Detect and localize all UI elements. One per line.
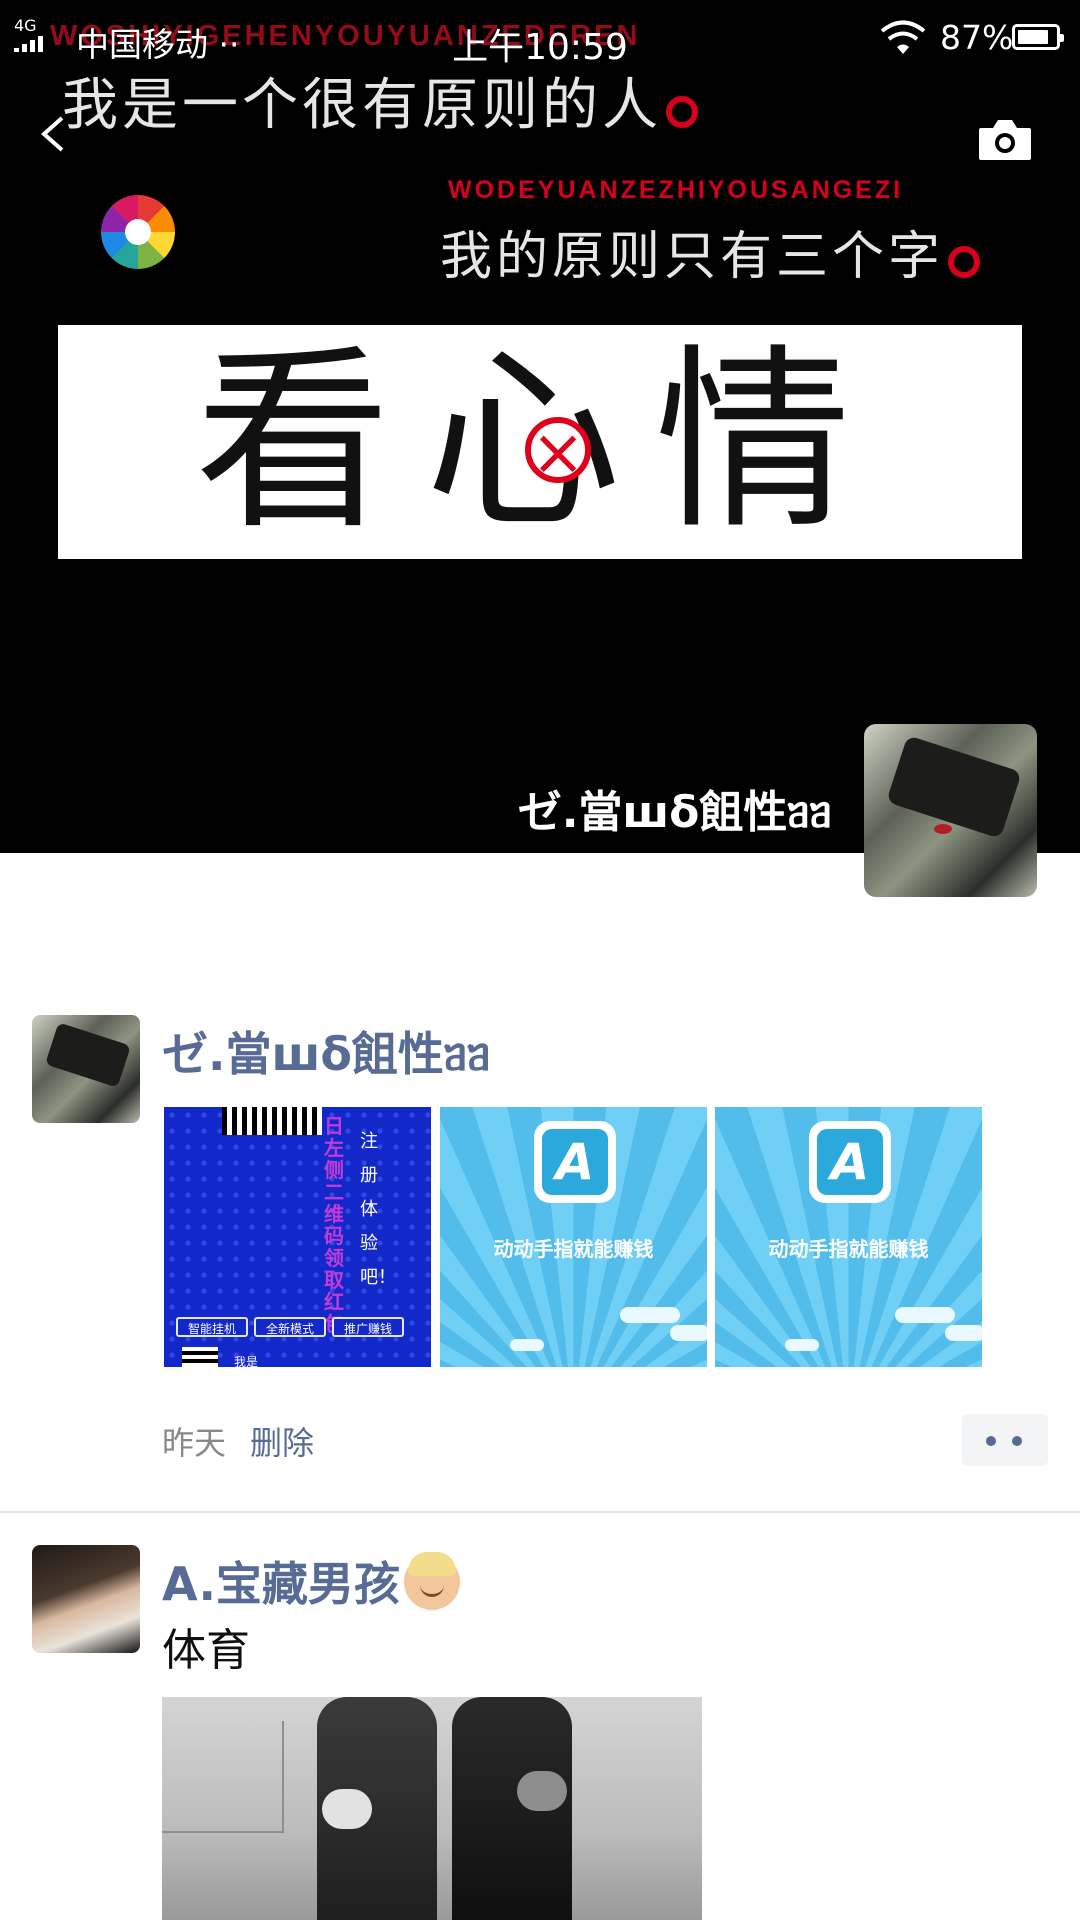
cloud-shape: [620, 1307, 680, 1323]
post-divider: [0, 1511, 1080, 1513]
cover-romanization: WODEYUANZEZHIYOUSANGEZI: [448, 176, 904, 204]
image-vertical-text: 日左侧二维码领取红包: [324, 1114, 344, 1335]
cover-line-1-text: 我是一个很有原则的人: [62, 73, 662, 138]
image-side-text: 注册体验吧！: [360, 1131, 396, 1288]
cloud-shape: [670, 1325, 707, 1341]
cloud-shape: [510, 1339, 544, 1351]
boy-emoji-icon: [403, 1552, 460, 1610]
post-image[interactable]: A 动动手指就能赚钱: [440, 1107, 707, 1367]
red-dot-mark: [666, 96, 698, 128]
cover-line-2-text: 我的原则只有三个字: [440, 227, 945, 287]
qr-code-icon: [182, 1347, 218, 1367]
image-caption: 动动手指就能赚钱: [768, 1237, 929, 1261]
author-avatar[interactable]: [32, 1015, 140, 1123]
avatar-lips: [934, 824, 952, 834]
cover-line-2: 我的原则只有三个字: [440, 214, 981, 289]
image-buttons: 智能挂机 全新模式 推广赚钱: [176, 1317, 426, 1339]
photo-hand: [322, 1789, 372, 1829]
post-text: 体育: [162, 1625, 250, 1676]
cloud-shape: [895, 1307, 955, 1323]
avatar-phone: [45, 1022, 131, 1088]
more-dots-icon[interactable]: [962, 1414, 1048, 1466]
cloud-shape: [785, 1339, 819, 1351]
red-dot-mark: [948, 246, 981, 278]
image-button: 全新模式: [254, 1317, 326, 1337]
delete-link[interactable]: 删除: [250, 1424, 314, 1462]
photo-app-icon: [101, 195, 175, 269]
image-button: 推广赚钱: [332, 1317, 404, 1337]
cover-owner-name[interactable]: ゼ.當шδ飷性ᥑᥑ: [518, 776, 832, 840]
avatar-phone: [886, 735, 1022, 839]
author-name-row[interactable]: A.宝藏男孩: [162, 1548, 460, 1614]
author-avatar[interactable]: [32, 1545, 140, 1653]
back-chevron-icon[interactable]: [36, 116, 72, 152]
post-image[interactable]: 日左侧二维码领取红包 注册体验吧！ 智能挂机全新模式推广赚钱 我是: [164, 1107, 431, 1367]
camera-icon[interactable]: [977, 118, 1033, 162]
author-name: A.宝藏男孩: [162, 1557, 400, 1611]
cloud-shape: [945, 1325, 982, 1341]
status-bar: 4G 中国移动 ·· 上午10:59 87%: [0, 0, 1080, 78]
app-logo-icon: A: [534, 1121, 616, 1203]
red-x-circle-icon: ×: [525, 417, 591, 485]
post-photo[interactable]: [162, 1697, 702, 1920]
app-logo-icon: A: [809, 1121, 891, 1203]
qr-code-icon: [222, 1107, 322, 1135]
post-time: 昨天: [162, 1424, 227, 1462]
image-footer: 我是: [234, 1355, 259, 1367]
image-caption: 动动手指就能赚钱: [493, 1237, 654, 1261]
owner-avatar[interactable]: [864, 724, 1037, 897]
post-meta: 昨天 删除: [162, 1418, 314, 1464]
photo-hand: [517, 1771, 567, 1811]
battery-icon: [1012, 24, 1064, 50]
photo-background: [162, 1721, 284, 1833]
image-button: 智能挂机: [176, 1317, 248, 1337]
cover-banner: 看心情 ×: [58, 325, 1022, 559]
battery-percent: 87%: [940, 18, 1014, 57]
post-image[interactable]: A 动动手指就能赚钱: [715, 1107, 982, 1367]
wifi-icon: [880, 20, 926, 54]
author-name[interactable]: ゼ.當шδ飷性ᥑᥑ: [162, 1018, 491, 1084]
